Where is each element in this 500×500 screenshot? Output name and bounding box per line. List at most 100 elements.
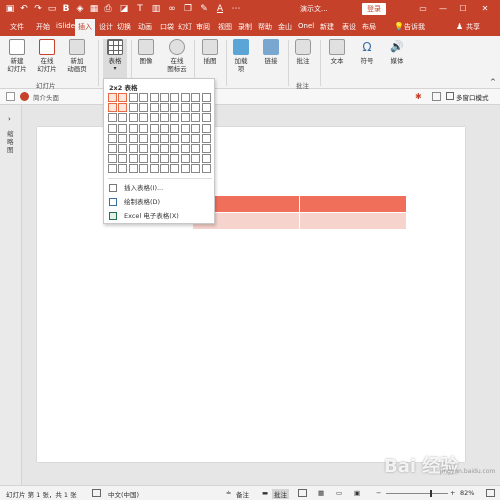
more-icon[interactable]: ⋯ — [230, 3, 242, 15]
grid-cell[interactable] — [160, 164, 169, 174]
slide-canvas[interactable] — [37, 127, 465, 462]
grid-cell[interactable] — [180, 144, 190, 153]
expand-arrow-icon[interactable]: › — [8, 115, 11, 123]
login-button[interactable]: 登录 — [362, 3, 386, 15]
tab-help[interactable]: 帮助 — [258, 22, 272, 32]
zoom-slider-thumb[interactable] — [430, 490, 432, 497]
grid-cell[interactable] — [149, 154, 159, 164]
grid-cell[interactable] — [139, 93, 149, 102]
table-button[interactable]: 表格 ▾ — [103, 39, 127, 79]
grid-cell[interactable] — [201, 103, 211, 113]
grid-cell[interactable] — [170, 144, 180, 153]
grid-cell[interactable] — [201, 133, 211, 143]
present-icon[interactable]: ▭ — [46, 3, 58, 15]
window-icon[interactable] — [432, 92, 441, 101]
online-icon-cloud-button[interactable]: 在线 图标云 — [165, 39, 189, 73]
grid-cell[interactable] — [118, 164, 128, 174]
grid-cell[interactable] — [118, 93, 128, 102]
media-button[interactable]: 🔊 媒体 — [386, 39, 408, 65]
grid-cell[interactable] — [201, 164, 211, 174]
shapes-icon[interactable]: ◈ — [74, 3, 86, 15]
spellcheck-icon[interactable] — [92, 489, 101, 497]
print-icon[interactable]: ⎙ — [102, 3, 114, 15]
grid-cell[interactable] — [180, 103, 190, 113]
grid-cell[interactable] — [118, 103, 128, 113]
zoom-slider[interactable] — [386, 493, 448, 494]
grid-cell[interactable] — [149, 113, 159, 123]
grid-cell[interactable] — [149, 133, 159, 143]
grid-cell[interactable] — [191, 123, 201, 133]
ribbon-display-icon[interactable]: ▭ — [416, 3, 430, 15]
grid-cell[interactable] — [160, 133, 169, 143]
grid-cell[interactable] — [149, 93, 159, 102]
new-animation-page-button[interactable]: 新加 动画页 — [66, 39, 88, 73]
grid-cell[interactable] — [118, 133, 128, 143]
tab-islide[interactable]: iSlide — [56, 22, 75, 30]
grid-cell[interactable] — [108, 113, 117, 123]
insert-table-menu-item[interactable]: 插入表格(I)... — [107, 182, 213, 194]
grid-cell[interactable] — [139, 113, 149, 123]
grid-cell[interactable] — [128, 93, 138, 102]
save-icon[interactable]: ▣ — [4, 3, 16, 15]
share-button[interactable]: 共享 — [466, 22, 480, 32]
new-slide-button[interactable]: 新建 幻灯片 — [6, 39, 28, 73]
chart-icon[interactable]: ▥ — [150, 3, 162, 15]
table-cell[interactable] — [299, 195, 407, 213]
draw-table-menu-item[interactable]: 绘制表格(D) — [107, 196, 213, 208]
grid-cell[interactable] — [191, 103, 201, 113]
grid-cell[interactable] — [191, 144, 201, 153]
shape-fill-icon[interactable]: ◪ — [118, 3, 130, 15]
grid-cell[interactable] — [118, 123, 128, 133]
bold-icon[interactable]: B — [60, 3, 72, 15]
fit-to-window-icon[interactable] — [486, 489, 495, 497]
tab-layout[interactable]: 布局 — [362, 22, 376, 32]
grid-cell[interactable] — [180, 164, 190, 174]
minimize-icon[interactable]: — — [436, 3, 450, 15]
image-icon[interactable]: ▦ — [88, 3, 100, 15]
grid-cell[interactable] — [170, 133, 180, 143]
grid-cell[interactable] — [191, 133, 201, 143]
symbol-button[interactable]: Ω 符号 — [356, 39, 378, 65]
excel-spreadsheet-menu-item[interactable]: Excel 电子表格(X) — [107, 210, 213, 222]
grid-cell[interactable] — [180, 133, 190, 143]
grid-cell[interactable] — [191, 164, 201, 174]
grid-cell[interactable] — [108, 123, 117, 133]
grid-cell[interactable] — [180, 93, 190, 102]
comments-button[interactable]: 批注 — [272, 489, 289, 499]
slide-table[interactable] — [192, 195, 407, 230]
zoom-level[interactable]: 82% — [460, 489, 474, 497]
tab-onenote[interactable]: Onel — [298, 22, 314, 30]
grid-cell[interactable] — [139, 103, 149, 113]
image-button[interactable]: 图像 — [135, 39, 157, 65]
slide-sorter-icon[interactable]: ▦ — [318, 489, 324, 497]
table-cell[interactable] — [299, 212, 407, 230]
maximize-icon[interactable]: ☐ — [456, 3, 470, 15]
grid-cell[interactable] — [118, 144, 128, 153]
grid-cell[interactable] — [149, 103, 159, 113]
grid-cell[interactable] — [170, 123, 180, 133]
close-icon[interactable]: ✕ — [478, 3, 492, 15]
grid-cell[interactable] — [139, 123, 149, 133]
tab-view[interactable]: 视图 — [218, 22, 232, 32]
font-box[interactable]: 简介头面 — [33, 92, 59, 102]
grid-cell[interactable] — [139, 164, 149, 174]
tab-kingsoft[interactable]: 金山 — [278, 22, 292, 32]
tell-me-search[interactable]: 告诉我 — [404, 22, 425, 32]
grid-cell[interactable] — [139, 144, 149, 153]
grid-cell[interactable] — [128, 164, 138, 174]
link-icon[interactable]: ∞ — [166, 3, 178, 15]
grid-cell[interactable] — [160, 123, 169, 133]
grid-cell[interactable] — [170, 93, 180, 102]
grid-cell[interactable] — [149, 164, 159, 174]
tab-home[interactable]: 开始 — [36, 22, 50, 32]
collapse-ribbon-icon[interactable]: ^ — [490, 78, 496, 86]
grid-cell[interactable] — [170, 113, 180, 123]
grid-cell[interactable] — [191, 113, 201, 123]
grid-cell[interactable] — [108, 103, 117, 113]
slide-icon[interactable] — [6, 92, 15, 101]
tab-transitions[interactable]: 切换 — [117, 22, 131, 32]
grid-cell[interactable] — [201, 144, 211, 153]
grid-cell[interactable] — [180, 154, 190, 164]
grid-cell[interactable] — [201, 154, 211, 164]
multi-window-button[interactable]: 多窗口模式 — [456, 92, 489, 102]
